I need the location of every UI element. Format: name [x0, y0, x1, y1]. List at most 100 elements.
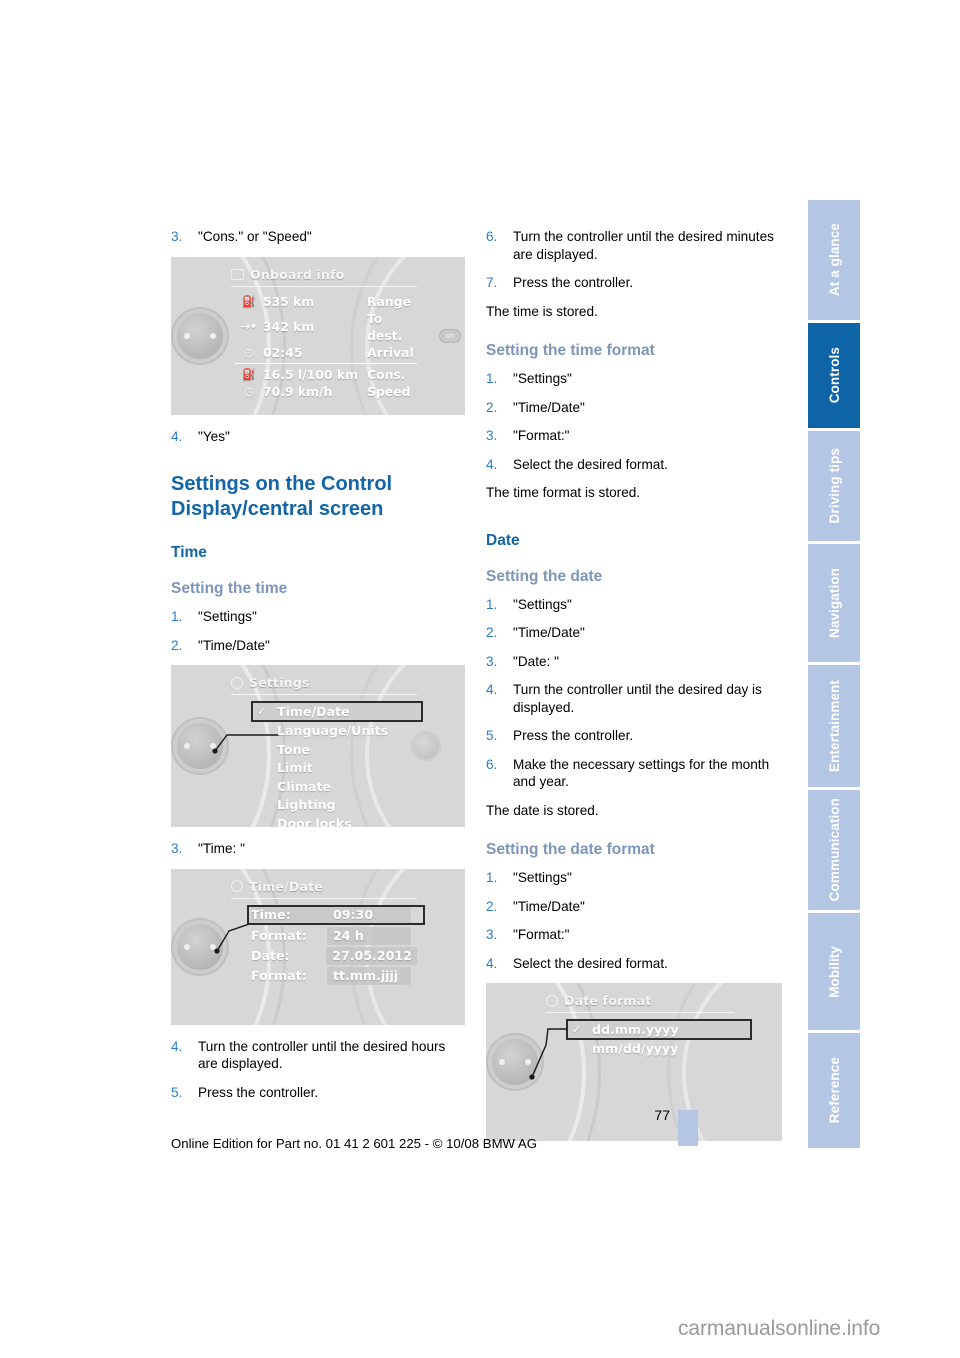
menu-item-label: Tone [277, 741, 311, 757]
sidebar-tab-navigation[interactable]: Navigation [808, 544, 860, 662]
note-time-stored: The time is stored. [486, 303, 598, 319]
sidebar-tab-mobility[interactable]: Mobility [808, 913, 860, 1030]
step-list-cons-speed: 3. "Cons." or "Speed" [171, 228, 467, 246]
settings-menu-list: ✓ Time/Date Language/Units Tone Limit Cl… [231, 701, 423, 828]
list-item: 2. "Time/Date" [486, 898, 782, 916]
step-text: "Settings" [513, 870, 572, 885]
step-list-time-after: 4. Turn the controller until the desired… [171, 1038, 467, 1102]
row-key: Time: [251, 906, 327, 923]
onboard-info-rows: ⛽ 535 km Range →• 342 km To dest. ◴ 02:4… [231, 293, 417, 400]
consumption-icon: ⛽ [242, 367, 256, 381]
idrive-screen: Time/Date Time: 09:30 Format: 24 h Date:… [231, 879, 425, 1017]
menu-item-language-units[interactable]: Language/Units [257, 722, 417, 741]
menu-item-mm-dd-yyyy[interactable]: mm/dd/yyyy [572, 1040, 734, 1059]
subheading-setting-the-date: Setting the date [486, 567, 603, 585]
row-value: 09:30 [327, 906, 411, 923]
sidebar-tab-controls[interactable]: Controls [808, 323, 860, 428]
list-item: 5. Press the controller. [486, 727, 782, 745]
menu-item-label: Climate [277, 778, 332, 794]
screen-title: Time/Date [231, 879, 417, 894]
screen-title-text: Settings [249, 675, 310, 690]
screen-title: Settings [231, 675, 417, 690]
sidebar-tab-entertainment[interactable]: Entertainment [808, 665, 860, 787]
step-list-yes: 4. "Yes" [171, 428, 467, 446]
menu-item-dd-mm-yyyy[interactable]: ✓ dd.mm.yyyy [566, 1019, 752, 1040]
menu-item-label: Lighting [277, 797, 336, 812]
table-row: ◴ 02:45 Arrival [235, 344, 417, 361]
sidebar-tab-reference[interactable]: Reference [808, 1033, 860, 1148]
step-list-setting-date: 1. "Settings" 2. "Time/Date" 3. "Date: "… [486, 596, 782, 791]
step-text: Turn the controller until the desired mi… [513, 229, 774, 262]
row-value: 535 km [263, 293, 315, 309]
row-time-format[interactable]: Format: 24 h [251, 926, 417, 945]
row-date[interactable]: Date: 27.05.2012 [251, 946, 417, 965]
step-text: Press the controller. [198, 1084, 319, 1100]
step-text: Select the desired format. [513, 456, 668, 472]
table-row: ⛽ 535 km Range [235, 293, 417, 310]
idrive-screen: Onboard info ⛽ 535 km Range →• 342 km To… [231, 267, 417, 407]
step-number: 6. [486, 229, 498, 244]
step-number: 1. [486, 596, 498, 612]
page-title: Settings on the Control Display/central … [171, 473, 393, 520]
menu-item-door-locks[interactable]: Door locks [257, 815, 417, 828]
step-list-time-format: 1. "Settings" 2. "Time/Date" 3. "Format:… [486, 370, 782, 473]
sidebar-tab-label: Controls [826, 347, 842, 404]
row-value: 27.05.2012 [326, 946, 417, 965]
row-value: 70.9 km/h [263, 383, 333, 399]
list-item: 1. "Settings" [486, 596, 782, 614]
note-date-stored: The date is stored. [486, 802, 599, 818]
time-date-clock-icon [231, 880, 243, 892]
step-number: 3. [486, 927, 498, 942]
menu-item-tone[interactable]: Tone [257, 741, 417, 760]
step-text: Turn the controller until the desired ho… [198, 1038, 446, 1072]
menu-item-climate[interactable]: Climate [257, 778, 417, 797]
table-row: ⛽ 16.5 l/100 km Cons. [235, 366, 417, 383]
figure-date-format-menu: Date format ✓ dd.mm.yyyy mm/dd/yyyy [486, 983, 782, 1141]
title-divider [231, 694, 417, 695]
step-number: 1. [486, 870, 498, 885]
list-item: 4. "Yes" [171, 428, 467, 446]
manual-page: At a glance Controls Driving tips Naviga… [0, 0, 960, 1358]
title-divider [546, 1012, 734, 1013]
step-text: "Format:" [513, 428, 570, 443]
list-item: 7. Press the controller. [486, 274, 782, 292]
list-item: 6. Make the necessary settings for the m… [486, 756, 782, 791]
figure-settings-menu: Settings ✓ Time/Date Language/Units Tone [171, 665, 465, 827]
list-item: 4. Turn the controller until the desired… [486, 681, 782, 716]
sidebar-tab-driving-tips[interactable]: Driving tips [808, 431, 860, 541]
sidebar-tab-communication[interactable]: Communication [808, 790, 860, 910]
step-number: 5. [171, 1084, 183, 1100]
step-number: 3. [171, 229, 183, 244]
menu-item-limit[interactable]: Limit [257, 759, 417, 778]
settings-gear-icon [231, 676, 243, 689]
step-number: 2. [486, 625, 498, 640]
row-label: Speed [367, 383, 411, 399]
menu-item-label: Time/Date [277, 704, 350, 719]
row-key: Format: [251, 927, 307, 943]
step-number: 3. [486, 653, 498, 669]
sidebar-tab-label: Reference [826, 1057, 842, 1124]
step-text: "Settings" [198, 609, 257, 624]
row-label: Arrival [367, 344, 414, 360]
step-text: Turn the controller until the desired da… [513, 682, 762, 715]
row-time[interactable]: Time: 09:30 [247, 904, 425, 925]
row-date-format[interactable]: Format: tt.mm.jjjj [251, 966, 417, 985]
step-text: "Time/Date" [513, 898, 585, 914]
arrival-clock-icon: ◴ [244, 345, 254, 359]
list-item: 4. Turn the controller until the desired… [171, 1038, 467, 1073]
step-text: "Time/Date" [198, 637, 270, 653]
watermark: carmanualsonline.info [678, 1317, 881, 1340]
step-list-date-format: 1. "Settings" 2. "Time/Date" 3. "Format:… [486, 869, 782, 972]
table-row: →• 342 km To dest. [235, 310, 417, 344]
sidebar-tab-label: Mobility [826, 945, 842, 998]
sidebar-tab-label: Driving tips [826, 448, 842, 524]
sidebar-tab-at-a-glance[interactable]: At a glance [808, 200, 860, 320]
menu-item-time-date[interactable]: ✓ Time/Date [251, 701, 423, 722]
step-text: "Settings" [513, 596, 572, 612]
screen-title: Date format [546, 993, 734, 1008]
idrive-screen: Settings ✓ Time/Date Language/Units Tone [231, 675, 423, 827]
menu-item-lighting[interactable]: Lighting [257, 796, 417, 815]
step-number: 1. [171, 609, 183, 624]
list-item: 4. Select the desired format. [486, 955, 782, 973]
step-number: 5. [486, 728, 498, 743]
